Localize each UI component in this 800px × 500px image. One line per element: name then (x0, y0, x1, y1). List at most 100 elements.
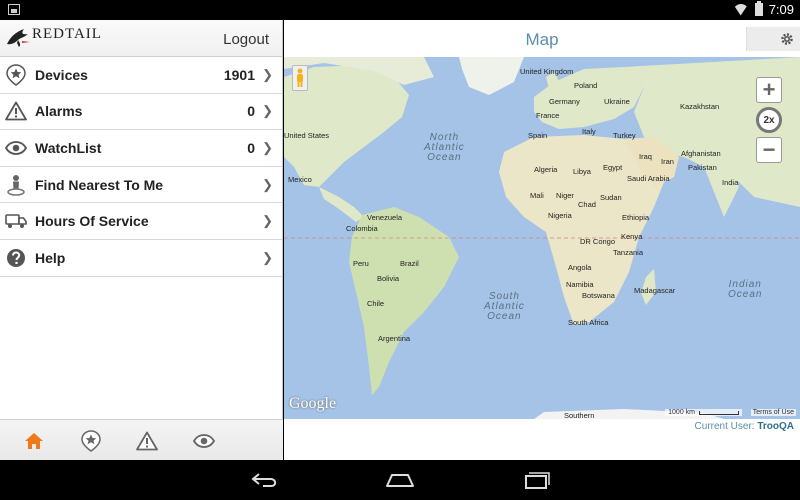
map-label: Argentina (378, 334, 411, 343)
person-pin-icon (5, 174, 27, 196)
menu-item-watchlist[interactable]: WatchList 0 ❯ (0, 130, 282, 167)
map-scale: 1000 km (665, 409, 742, 416)
help-icon (5, 247, 27, 269)
recent-apps-icon[interactable] (520, 470, 552, 490)
map-label: Saudi Arabia (627, 174, 670, 183)
menu-item-alarms[interactable]: Alarms 0 ❯ (0, 94, 282, 131)
status-bar: 7:09 (0, 0, 800, 20)
menu-item-help[interactable]: Help ❯ (0, 240, 282, 277)
map-title: Map (525, 30, 559, 49)
map-label: Botswana (582, 291, 615, 300)
ocean-label: South Atlantic Ocean (484, 291, 525, 322)
world-map[interactable]: + 2x − United Kingdom Poland Germany Ukr… (284, 57, 800, 419)
map-label: Spain (528, 131, 548, 140)
menu-item-label: Help (35, 249, 66, 266)
gallery-notification-icon (8, 4, 20, 15)
map-label: Venezuela (367, 213, 403, 222)
map-label: Niger (556, 191, 574, 200)
map-label: Chad (578, 200, 596, 209)
map-label: Egypt (603, 163, 623, 172)
home-icon[interactable] (23, 430, 45, 452)
app-logo: REDTAIL (6, 26, 102, 48)
map-label: Kenya (621, 232, 643, 241)
map-panel: Map + 2x − United Kingdom Poland Germany… (284, 20, 800, 460)
map-label: Ethiopia (622, 213, 650, 222)
settings-button[interactable] (746, 27, 800, 51)
map-label: Poland (574, 81, 598, 90)
map-label: Chile (367, 299, 385, 308)
map-label: DR Congo (580, 237, 616, 246)
star-pin-icon (5, 64, 27, 86)
zoom-in-button[interactable]: + (756, 77, 782, 103)
wifi-icon (733, 4, 749, 16)
map-label: Bolivia (377, 274, 400, 283)
map-label: Brazil (400, 259, 419, 268)
bottom-tab-bar (0, 419, 283, 460)
menu-item-label: WatchList (35, 139, 102, 156)
map-label: Germany (549, 97, 580, 106)
zoom-level-indicator[interactable]: 2x (756, 107, 782, 133)
menu-item-devices[interactable]: Devices 1901 ❯ (0, 57, 282, 94)
ocean-label: North Atlantic Ocean (424, 132, 465, 163)
truck-icon (5, 210, 27, 232)
ocean-label: Indian Ocean (728, 279, 763, 300)
map-label: Pakistan (688, 163, 717, 172)
chevron-right-icon: ❯ (262, 103, 273, 119)
map-label: Iraq (639, 152, 652, 161)
chevron-right-icon: ❯ (262, 139, 273, 155)
map-label: Tanzania (613, 248, 644, 257)
scale-label: 1000 km (668, 409, 695, 416)
map-label: Namibia (566, 280, 594, 289)
map-label: Nigeria (548, 211, 572, 220)
back-icon[interactable] (249, 470, 281, 490)
map-label: Iran (661, 157, 674, 166)
menu-item-label: Devices (35, 66, 88, 83)
map-label: Ukraine (604, 97, 630, 106)
current-user: Current User: TrooQA (695, 421, 794, 432)
map-label: Sudan (600, 193, 622, 202)
logout-button[interactable]: Logout (223, 31, 269, 48)
map-label: Mexico (288, 175, 312, 184)
map-label: Afghanistan (681, 149, 721, 158)
chevron-right-icon: ❯ (262, 176, 273, 192)
map-label: France (536, 111, 560, 120)
menu-item-count: 0 (247, 139, 255, 156)
menu-item-hours-of-service[interactable]: Hours Of Service ❯ (0, 203, 282, 240)
menu-item-label: Hours Of Service (35, 213, 149, 230)
scale-line (699, 410, 739, 415)
menu-item-find-nearest[interactable]: Find Nearest To Me ❯ (0, 167, 282, 204)
street-view-pegman-icon[interactable] (292, 65, 308, 91)
map-label: South Africa (568, 318, 609, 327)
warning-icon[interactable] (136, 430, 158, 452)
terms-of-use-link[interactable]: Terms of Use (750, 409, 796, 416)
warning-icon (5, 100, 27, 122)
map-label: United Kingdom (520, 67, 574, 76)
status-time: 7:09 (768, 2, 794, 17)
map-label: Libya (573, 167, 591, 176)
map-label: Italy (582, 127, 596, 136)
menu-item-count: 0 (247, 103, 255, 120)
current-user-prefix: Current User: (694, 421, 755, 432)
map-label: Mali (530, 191, 544, 200)
home-nav-icon[interactable] (384, 470, 416, 490)
map-label: Angola (568, 263, 592, 272)
map-label: United States (284, 131, 330, 140)
eye-icon (5, 137, 27, 159)
google-logo: Google (289, 395, 337, 412)
left-header: REDTAIL Logout (0, 20, 282, 57)
map-header: Map (284, 20, 800, 57)
map-label: India (722, 178, 739, 187)
map-label: Turkey (613, 131, 636, 140)
chevron-right-icon: ❯ (262, 249, 273, 265)
hawk-logo-icon (7, 29, 30, 47)
battery-icon (754, 1, 763, 16)
system-navigation-bar (0, 460, 800, 500)
eye-icon[interactable] (193, 430, 215, 452)
star-pin-icon[interactable] (80, 430, 102, 452)
map-label: Colombia (346, 224, 378, 233)
map-label: Southern (564, 411, 595, 419)
chevron-right-icon: ❯ (262, 213, 273, 229)
menu-item-count: 1901 (223, 66, 255, 83)
gear-icon (781, 33, 793, 45)
zoom-out-button[interactable]: − (756, 137, 782, 163)
